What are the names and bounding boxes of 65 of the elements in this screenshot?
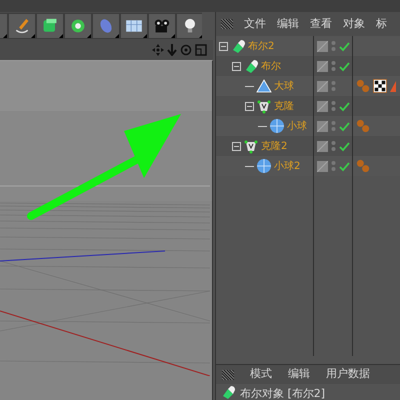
object-name[interactable]: 布尔2: [248, 38, 274, 54]
layer-swatch-icon[interactable]: [317, 80, 328, 92]
check-icon[interactable]: [339, 160, 350, 172]
cloner-tool-button[interactable]: [64, 13, 92, 39]
collapse-toggle[interactable]: [219, 42, 228, 50]
layer-swatch-icon[interactable]: [317, 120, 328, 132]
check-icon[interactable]: [339, 140, 350, 152]
object-title: 布尔对象 [布尔2]: [240, 387, 326, 400]
material-tag-icon: [356, 79, 370, 93]
visibility-dots-icon[interactable]: [331, 100, 336, 112]
collapse-toggle[interactable]: [232, 62, 241, 70]
check-icon[interactable]: [339, 120, 350, 132]
cone-icon: [256, 78, 272, 94]
object-name[interactable]: 克隆2: [261, 138, 288, 154]
object-name[interactable]: 大球: [274, 78, 294, 94]
floor-tool-button[interactable]: [120, 13, 148, 39]
down-arrow-icon[interactable]: [167, 44, 177, 56]
pen-tool-button[interactable]: [8, 13, 36, 39]
move-icon[interactable]: [152, 44, 164, 56]
layer-swatch-icon[interactable]: [317, 140, 328, 152]
check-icon[interactable]: [339, 40, 350, 52]
menu-item[interactable]: 对象: [343, 16, 365, 32]
menu-item[interactable]: 标: [376, 16, 387, 32]
object-name[interactable]: 克隆: [274, 98, 294, 114]
check-icon[interactable]: [339, 60, 350, 72]
visibility-dots-icon[interactable]: [331, 60, 336, 72]
menu-item[interactable]: 文件: [244, 16, 266, 32]
triangle-tag-icon: [390, 80, 396, 92]
visibility-dots-icon[interactable]: [331, 140, 336, 152]
visibility-dots-icon[interactable]: [331, 120, 336, 132]
grip-icon: [222, 370, 234, 380]
layer-swatch-icon[interactable]: [317, 100, 328, 112]
check-icon[interactable]: [339, 100, 350, 112]
cube-tool-button[interactable]: [36, 13, 64, 39]
material-tag-icon: [356, 119, 370, 133]
layer-swatch-icon[interactable]: [317, 160, 328, 172]
menu-item[interactable]: 用户数据: [326, 366, 370, 383]
collapse-toggle[interactable]: [232, 142, 241, 150]
object-name[interactable]: 布尔: [261, 58, 281, 74]
capsule-icon: [243, 58, 259, 74]
menu-item[interactable]: 模式: [250, 366, 272, 383]
layer-swatch-icon[interactable]: [317, 40, 328, 52]
object-name[interactable]: 小球: [287, 118, 307, 134]
capsule-icon: [220, 384, 236, 400]
sphere-icon: [269, 118, 285, 134]
menu-item[interactable]: 编辑: [277, 16, 299, 32]
cloner-icon: [243, 138, 259, 154]
grip-icon: [221, 19, 233, 29]
layer-swatch-icon[interactable]: [317, 60, 328, 72]
sphere-icon: [256, 158, 272, 174]
rotate-icon[interactable]: [180, 44, 192, 56]
light-tool-button[interactable]: [176, 13, 202, 39]
visibility-dots-icon[interactable]: [331, 80, 336, 92]
checker-tag-icon: [373, 79, 387, 93]
collapse-toggle[interactable]: [245, 102, 254, 110]
viewport[interactable]: [0, 60, 213, 400]
visibility-dots-icon[interactable]: [331, 40, 336, 52]
visibility-dots-icon[interactable]: [331, 160, 336, 172]
menu-item[interactable]: 编辑: [288, 366, 310, 383]
material-tag-icon: [356, 159, 370, 173]
window-icon[interactable]: [195, 44, 207, 56]
object-name[interactable]: 小球2: [274, 158, 300, 174]
capsule-icon: [230, 38, 246, 54]
menu-item[interactable]: 查看: [310, 16, 332, 32]
cloner-icon: [256, 98, 272, 114]
